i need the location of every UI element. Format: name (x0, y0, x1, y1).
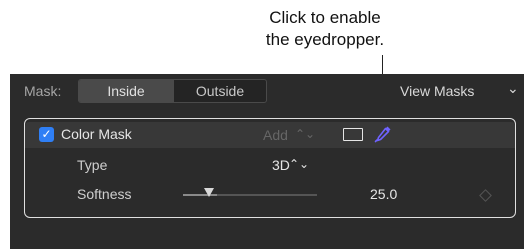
softness-label: Softness (77, 186, 132, 202)
chevron-down-icon[interactable]: ⌄ (507, 80, 519, 97)
type-popup-button[interactable]: 3D (272, 157, 290, 173)
mask-label: Mask: (24, 83, 62, 99)
view-masks-button[interactable]: View Masks (400, 83, 474, 99)
mask-mode-segmented-control: Inside Outside (78, 79, 267, 103)
callout-line-2: the eyedropper. (265, 30, 385, 49)
updown-chevron-icon[interactable]: ⌃⌄ (289, 157, 309, 171)
updown-chevron-icon[interactable]: ⌃⌄ (295, 127, 315, 141)
color-mask-header-row: ✓ Color Mask Add ⌃⌄ (25, 122, 515, 148)
rectangle-icon[interactable] (343, 128, 363, 141)
inside-segment-button[interactable]: Inside (79, 80, 173, 102)
softness-slider-thumb[interactable] (204, 188, 214, 197)
color-mask-section: ✓ Color Mask Add ⌃⌄ Type 3D ⌃⌄ Softness … (24, 118, 516, 218)
eyedropper-callout: Click to enable the eyedropper. (230, 7, 420, 51)
outside-segment-button[interactable]: Outside (173, 80, 266, 102)
softness-row: Softness 25.0 (25, 182, 515, 208)
type-row: Type 3D ⌃⌄ (25, 153, 515, 179)
type-label: Type (77, 157, 108, 173)
softness-value-field[interactable]: 25.0 (370, 186, 397, 202)
color-mask-label: Color Mask (61, 126, 132, 142)
callout-line-1: Click to enable (269, 8, 381, 27)
mask-toolbar: Mask: Inside Outside View Masks ⌄ (10, 74, 524, 106)
eyedropper-icon[interactable] (373, 124, 393, 144)
mask-inspector-panel: Mask: Inside Outside View Masks ⌄ ✓ Colo… (10, 74, 524, 249)
color-mask-checkbox[interactable]: ✓ (39, 127, 54, 142)
keyframe-diamond-icon[interactable] (479, 189, 492, 202)
add-popup-button[interactable]: Add (263, 127, 288, 143)
